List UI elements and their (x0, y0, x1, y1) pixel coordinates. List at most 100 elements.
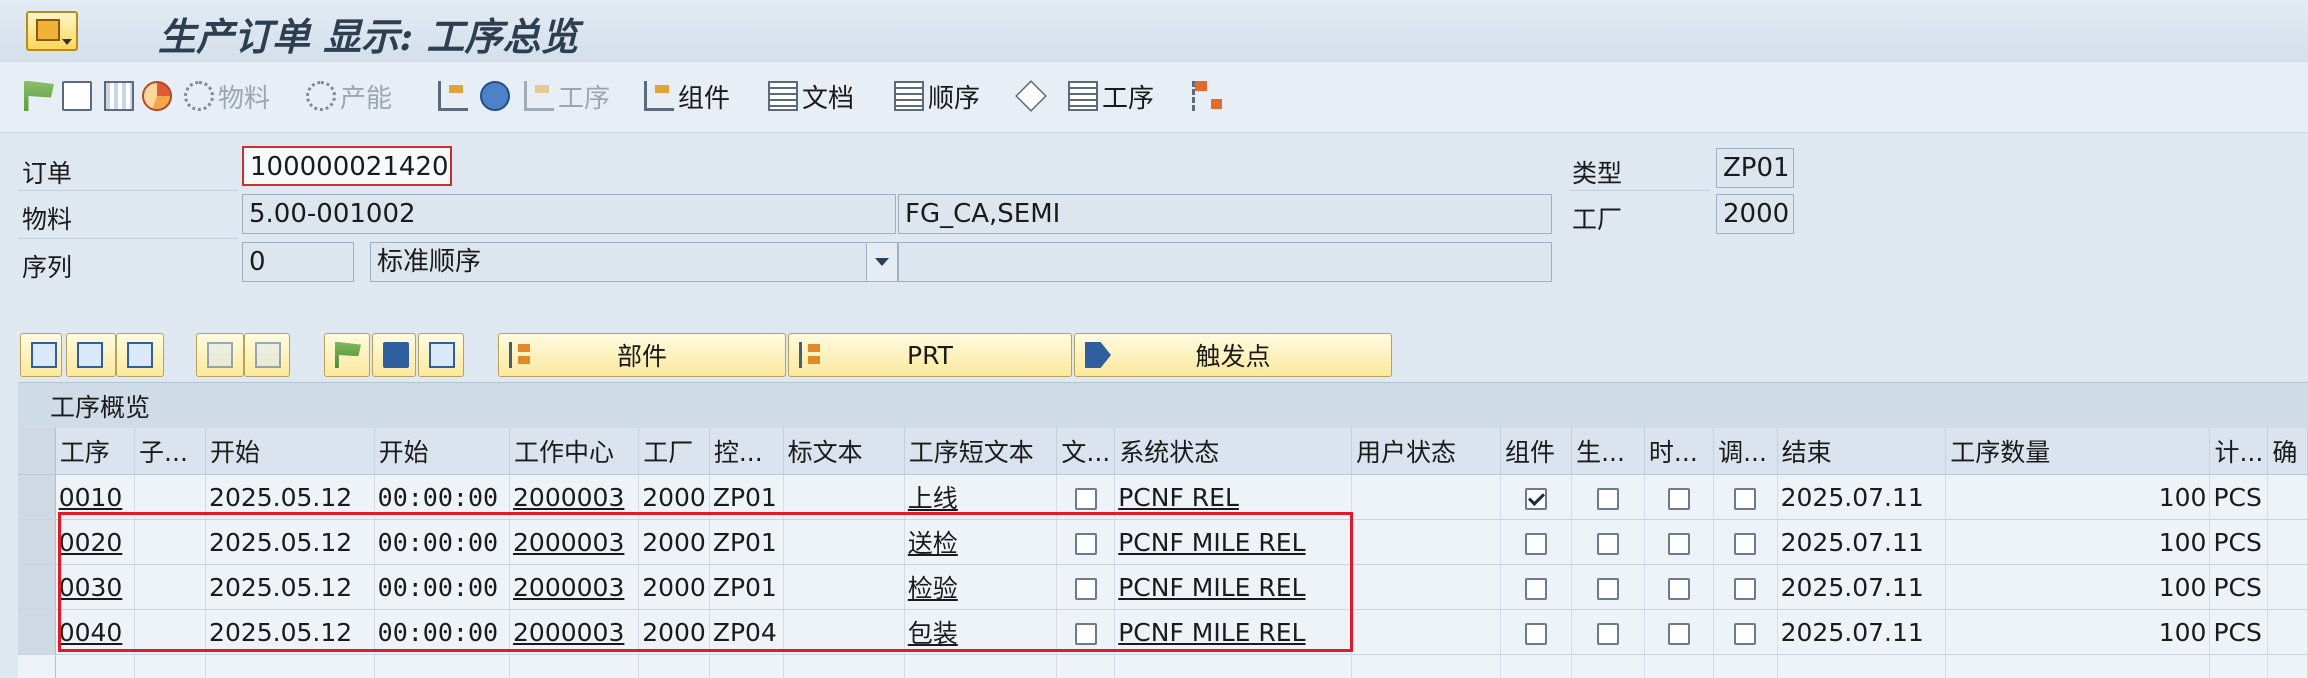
trigger-point-button[interactable]: 触发点 (1074, 333, 1392, 377)
production-checkbox[interactable] (1596, 622, 1619, 645)
col-header-control[interactable]: 控... (709, 428, 784, 475)
short-text-cell[interactable]: 送检 (904, 519, 1058, 565)
operation-button[interactable]: 工序 (1068, 74, 1154, 118)
material-description[interactable]: FG_CA,SEMI (898, 194, 1552, 234)
material-field[interactable]: 5.00-001002 (242, 194, 896, 234)
time-checkbox[interactable] (1667, 532, 1690, 555)
table-row[interactable]: 0020 2025.05.12 00:00:00 2000003 2000 ZP… (18, 519, 2308, 565)
text-cell[interactable] (1056, 609, 1116, 655)
text-cell[interactable] (1056, 474, 1116, 520)
sequence-button[interactable]: 顺序 (894, 74, 980, 118)
time-cell[interactable] (1644, 474, 1715, 520)
network-button[interactable] (1192, 74, 1226, 118)
production-checkbox[interactable] (1596, 532, 1619, 555)
col-header-text[interactable]: 文... (1056, 428, 1116, 475)
details-button[interactable] (372, 333, 416, 377)
component-checkbox[interactable] (1525, 487, 1548, 510)
operation-link[interactable]: 0010 (59, 483, 123, 512)
operation-link[interactable]: 0030 (59, 573, 123, 602)
production-cell[interactable] (1571, 609, 1645, 655)
adjust-cell[interactable] (1713, 519, 1778, 565)
work-center-link[interactable]: 2000003 (513, 483, 624, 512)
status-link[interactable]: PCNF MILE REL (1118, 573, 1305, 602)
operation-link[interactable]: 0020 (59, 528, 123, 557)
status-link[interactable]: PCNF REL (1118, 483, 1239, 512)
status-cell[interactable]: PCNF REL (1114, 474, 1353, 520)
plant-field[interactable]: 2000 (1716, 194, 1794, 234)
prt-button[interactable]: PRT (788, 333, 1072, 377)
component-checkbox[interactable] (1525, 622, 1548, 645)
text-checkbox[interactable] (1074, 532, 1097, 555)
text-cell[interactable] (1056, 564, 1116, 610)
short-text-cell[interactable]: 检验 (904, 564, 1058, 610)
col-header-time[interactable]: 时... (1644, 428, 1715, 475)
calculator-button[interactable] (104, 74, 138, 118)
status-cell[interactable]: PCNF MILE REL (1114, 609, 1353, 655)
parts-button[interactable]: 部件 (498, 333, 786, 377)
operation-disabled-button[interactable]: 工序 (524, 74, 610, 118)
col-header-system-status[interactable]: 系统状态 (1114, 428, 1353, 475)
col-header-short-text[interactable]: 工序短文本 (904, 428, 1058, 475)
chevron-down-icon[interactable] (866, 243, 897, 281)
sequence-type-select[interactable]: 标准顺序 (370, 242, 898, 282)
production-cell[interactable] (1571, 474, 1645, 520)
component-cell[interactable] (1500, 519, 1573, 565)
adjust-checkbox[interactable] (1734, 532, 1757, 555)
flag-row-button[interactable] (324, 333, 370, 377)
production-resource-button[interactable] (1015, 74, 1050, 118)
work-center-link[interactable]: 2000003 (513, 573, 624, 602)
adjust-cell[interactable] (1713, 609, 1778, 655)
col-header-sub[interactable]: 子... (134, 428, 207, 475)
first-page-button[interactable] (20, 333, 62, 377)
time-cell[interactable] (1644, 564, 1715, 610)
time-cell[interactable] (1644, 609, 1715, 655)
status-link[interactable]: PCNF MILE REL (1118, 528, 1305, 557)
deselect-button[interactable] (116, 333, 164, 377)
operation-cell[interactable]: 0020 (55, 519, 136, 565)
cost-analysis-button[interactable] (142, 74, 176, 118)
insert-row-button[interactable] (196, 333, 244, 377)
header-select-cell[interactable] (18, 428, 56, 475)
operation-cell[interactable]: 0030 (55, 564, 136, 610)
row-selector[interactable] (18, 654, 56, 678)
components-button[interactable]: 组件 (644, 74, 730, 118)
component-cell[interactable] (1500, 609, 1573, 655)
col-header-start-date[interactable]: 开始 (205, 428, 375, 475)
type-field[interactable]: ZP01 (1716, 148, 1794, 188)
row-selector[interactable] (18, 564, 56, 610)
component-cell[interactable] (1500, 474, 1573, 520)
material-button[interactable]: 物料 (184, 74, 270, 118)
work-center-cell[interactable]: 2000003 (509, 609, 640, 655)
production-checkbox[interactable] (1596, 487, 1619, 510)
table-row[interactable]: 0040 2025.05.12 00:00:00 2000003 2000 ZP… (18, 609, 2308, 655)
text-checkbox[interactable] (1074, 622, 1097, 645)
col-header-adjust[interactable]: 调... (1713, 428, 1778, 475)
col-header-user-status[interactable]: 用户状态 (1351, 428, 1501, 475)
table-row[interactable]: 0010 2025.05.12 00:00:00 2000003 2000 ZP… (18, 474, 2308, 520)
adjust-checkbox[interactable] (1734, 577, 1757, 600)
operation-cell[interactable]: 0010 (55, 474, 136, 520)
time-cell[interactable] (1644, 519, 1715, 565)
adjust-cell[interactable] (1713, 564, 1778, 610)
work-center-cell[interactable]: 2000003 (509, 564, 640, 610)
short-text-link[interactable]: 包装 (908, 619, 958, 648)
work-center-link[interactable]: 2000003 (513, 618, 624, 647)
print-button[interactable] (480, 74, 514, 118)
status-cell[interactable]: PCNF MILE REL (1114, 564, 1353, 610)
col-header-component[interactable]: 组件 (1500, 428, 1573, 475)
col-header-start-time[interactable]: 开始 (374, 428, 511, 475)
col-header-work-center[interactable]: 工作中心 (509, 428, 640, 475)
text-cell[interactable] (1056, 519, 1116, 565)
system-menu-button[interactable] (26, 11, 78, 51)
short-text-link[interactable]: 检验 (908, 574, 958, 603)
sequence-description[interactable] (898, 242, 1552, 282)
order-field[interactable]: 100000021420 (242, 146, 452, 186)
component-checkbox[interactable] (1525, 577, 1548, 600)
adjust-checkbox[interactable] (1734, 622, 1757, 645)
adjust-cell[interactable] (1713, 474, 1778, 520)
flag-button[interactable] (24, 74, 58, 118)
production-checkbox[interactable] (1596, 577, 1619, 600)
time-checkbox[interactable] (1667, 622, 1690, 645)
component-cell[interactable] (1500, 564, 1573, 610)
operation-cell[interactable]: 0040 (55, 609, 136, 655)
